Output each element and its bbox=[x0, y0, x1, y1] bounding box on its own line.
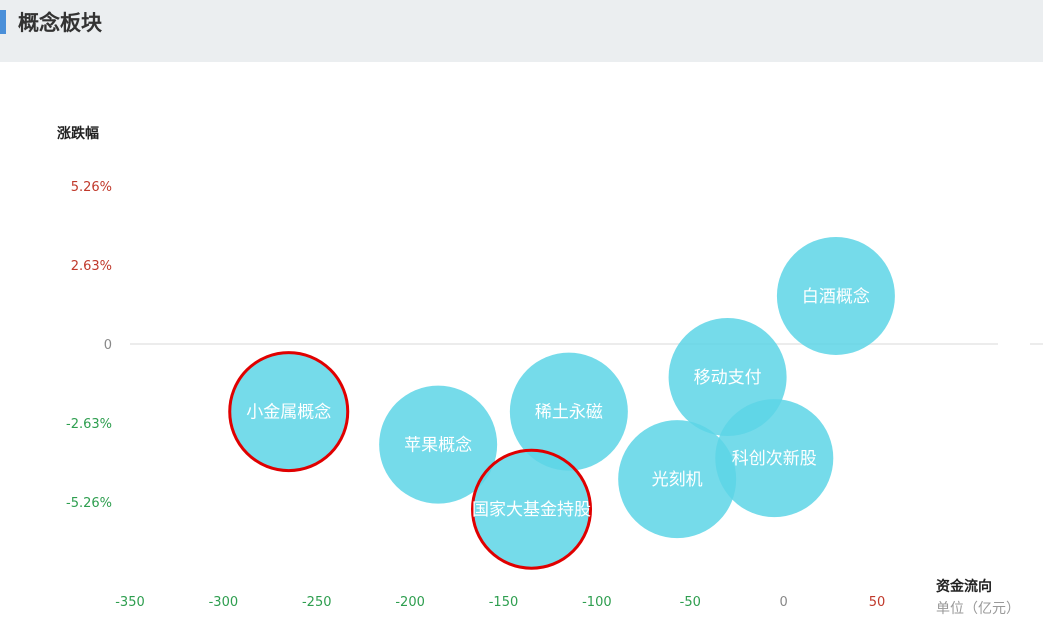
bubble-label: 稀土永磁 bbox=[535, 403, 603, 423]
x-tick-label: -150 bbox=[489, 595, 519, 610]
y-axis-ticks: 5.26% 2.63% 0 -2.63% -5.26% bbox=[66, 180, 112, 511]
bubble[interactable]: 小金属概念 bbox=[228, 351, 350, 473]
x-axis-label: 资金流向 bbox=[936, 578, 992, 595]
x-tick-label: 0 bbox=[779, 595, 787, 610]
y-tick-label: 2.63% bbox=[71, 259, 112, 274]
x-axis-ticks: -350 -300 -250 -200 -150 -100 -50 0 50 bbox=[115, 595, 885, 610]
x-tick-label: -50 bbox=[680, 595, 701, 610]
y-tick-label: -2.63% bbox=[66, 417, 112, 432]
x-tick-label: -100 bbox=[582, 595, 612, 610]
bubble-label: 科创次新股 bbox=[732, 449, 817, 469]
x-tick-label: -250 bbox=[302, 595, 332, 610]
bubble-label: 苹果概念 bbox=[404, 435, 472, 456]
bubble-label: 国家大基金持股 bbox=[472, 500, 591, 520]
bubble-label: 小金属概念 bbox=[246, 402, 331, 423]
bubble-series: 小金属概念苹果概念 稀土永磁国家大基金持股 移动支付光刻机 科创次新股 白酒概念 bbox=[228, 236, 895, 570]
bubble-chart: 涨跌幅 5.26% 2.63% 0 -2.63% -5.26% -350 -300 -250… bbox=[57, 125, 1043, 617]
bubble-label: 白酒概念 bbox=[802, 286, 870, 307]
y-tick-label: -5.26% bbox=[66, 496, 112, 511]
bubble[interactable]: 国家大基金持股 bbox=[471, 448, 593, 570]
page-header: 概念板块 bbox=[0, 0, 1043, 62]
bubble-label: 移动支付 bbox=[694, 368, 762, 388]
x-tick-label: 50 bbox=[869, 595, 886, 610]
unit-label: 单位（亿元） bbox=[936, 601, 1020, 617]
x-tick-label: -200 bbox=[395, 595, 425, 610]
y-tick-label: 0 bbox=[104, 338, 112, 353]
x-tick-label: -300 bbox=[209, 595, 239, 610]
bubble[interactable]: 白酒概念 bbox=[776, 236, 895, 355]
header-accent-bar bbox=[0, 10, 6, 34]
y-axis-label: 涨跌幅 bbox=[57, 125, 99, 142]
page-title: 概念板块 bbox=[18, 11, 102, 35]
bubble-label: 光刻机 bbox=[652, 470, 703, 490]
bubble[interactable]: 光刻机 bbox=[618, 420, 737, 539]
y-tick-label: 5.26% bbox=[71, 180, 112, 195]
bubble[interactable]: 科创次新股 bbox=[715, 399, 834, 518]
x-tick-label: -350 bbox=[115, 595, 145, 610]
